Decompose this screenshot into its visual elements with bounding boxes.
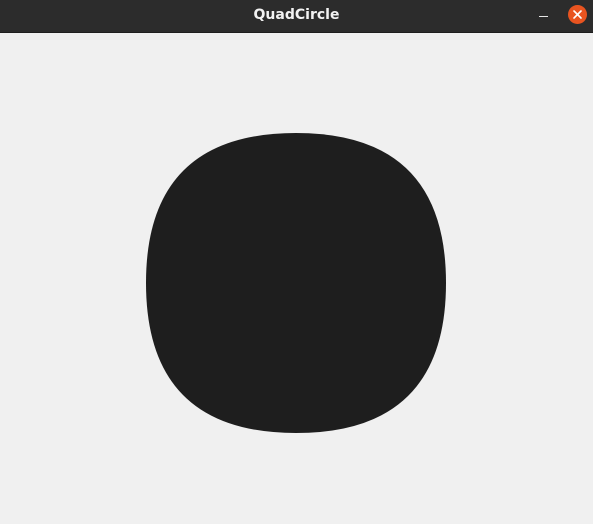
close-button[interactable] bbox=[568, 5, 587, 24]
drawing-canvas bbox=[0, 33, 593, 524]
title-bar[interactable]: QuadCircle bbox=[0, 0, 593, 33]
minimize-icon bbox=[539, 16, 548, 17]
minimize-button[interactable] bbox=[533, 5, 555, 27]
close-icon bbox=[573, 10, 582, 19]
window-title: QuadCircle bbox=[253, 7, 340, 23]
quad-circle-shape bbox=[146, 133, 446, 433]
app-window: QuadCircle bbox=[0, 0, 593, 524]
canvas-surface bbox=[146, 133, 446, 433]
